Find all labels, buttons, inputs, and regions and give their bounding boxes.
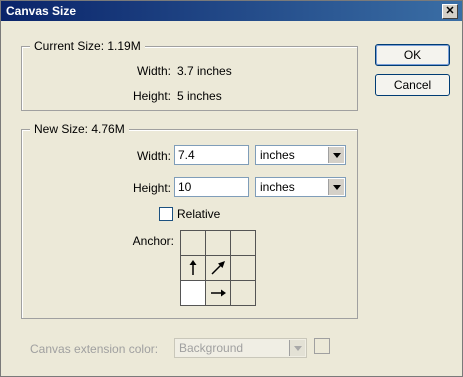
height-unit-select[interactable]: inches xyxy=(255,177,346,197)
new-width-label: Width: xyxy=(136,149,171,163)
new-height-label: Height: xyxy=(132,181,171,195)
anchor-bottom-right[interactable] xyxy=(230,280,256,306)
current-size-legend: Current Size: 1.19M xyxy=(30,39,145,53)
chevron-down-icon[interactable] xyxy=(328,147,344,163)
extension-color-label: Canvas extension color: xyxy=(30,342,159,356)
arrow-right-icon xyxy=(211,289,226,297)
anchor-center[interactable] xyxy=(205,255,231,281)
anchor-middle-left[interactable] xyxy=(180,255,206,281)
current-width-label: Width: xyxy=(136,64,171,78)
height-input-value: 10 xyxy=(178,180,192,194)
relative-label[interactable]: Relative xyxy=(177,207,220,221)
arrow-up-right-icon xyxy=(211,261,225,275)
width-unit-value: inches xyxy=(260,148,295,162)
height-unit-value: inches xyxy=(260,180,295,194)
width-input-value: 7.4 xyxy=(178,148,195,162)
arrow-up-icon xyxy=(189,260,197,275)
close-button[interactable]: ✕ xyxy=(442,4,458,19)
current-height-value: 5 inches xyxy=(177,89,222,103)
cancel-button[interactable]: Cancel xyxy=(375,74,450,96)
width-input[interactable]: 7.4 xyxy=(174,145,249,165)
dialog-title: Canvas Size xyxy=(6,4,77,18)
anchor-bottom-center[interactable] xyxy=(205,280,231,306)
extension-color-value: Background xyxy=(179,341,244,355)
anchor-middle-right[interactable] xyxy=(230,255,256,281)
ok-button[interactable]: OK xyxy=(375,44,450,66)
extension-color-select[interactable]: Background xyxy=(174,338,307,358)
anchor-bottom-left[interactable] xyxy=(180,280,206,306)
canvas-size-dialog: Canvas Size ✕ Current Size: 1.19M Width:… xyxy=(0,0,463,377)
height-input[interactable]: 10 xyxy=(174,177,249,197)
current-width-value: 3.7 inches xyxy=(177,64,232,78)
anchor-top-right[interactable] xyxy=(230,230,256,256)
relative-checkbox[interactable] xyxy=(159,207,173,221)
anchor-top-left[interactable] xyxy=(180,230,206,256)
current-height-label: Height: xyxy=(132,89,171,103)
chevron-down-icon[interactable] xyxy=(289,340,305,356)
width-unit-select[interactable]: inches xyxy=(255,145,346,165)
anchor-label: Anchor: xyxy=(132,234,174,248)
extension-color-swatch[interactable] xyxy=(314,338,330,354)
anchor-top-center[interactable] xyxy=(205,230,231,256)
title-bar[interactable]: Canvas Size ✕ xyxy=(1,1,462,21)
close-icon: ✕ xyxy=(445,5,455,17)
chevron-down-icon[interactable] xyxy=(328,179,344,195)
anchor-grid xyxy=(180,230,256,306)
new-size-legend: New Size: 4.76M xyxy=(30,122,129,136)
